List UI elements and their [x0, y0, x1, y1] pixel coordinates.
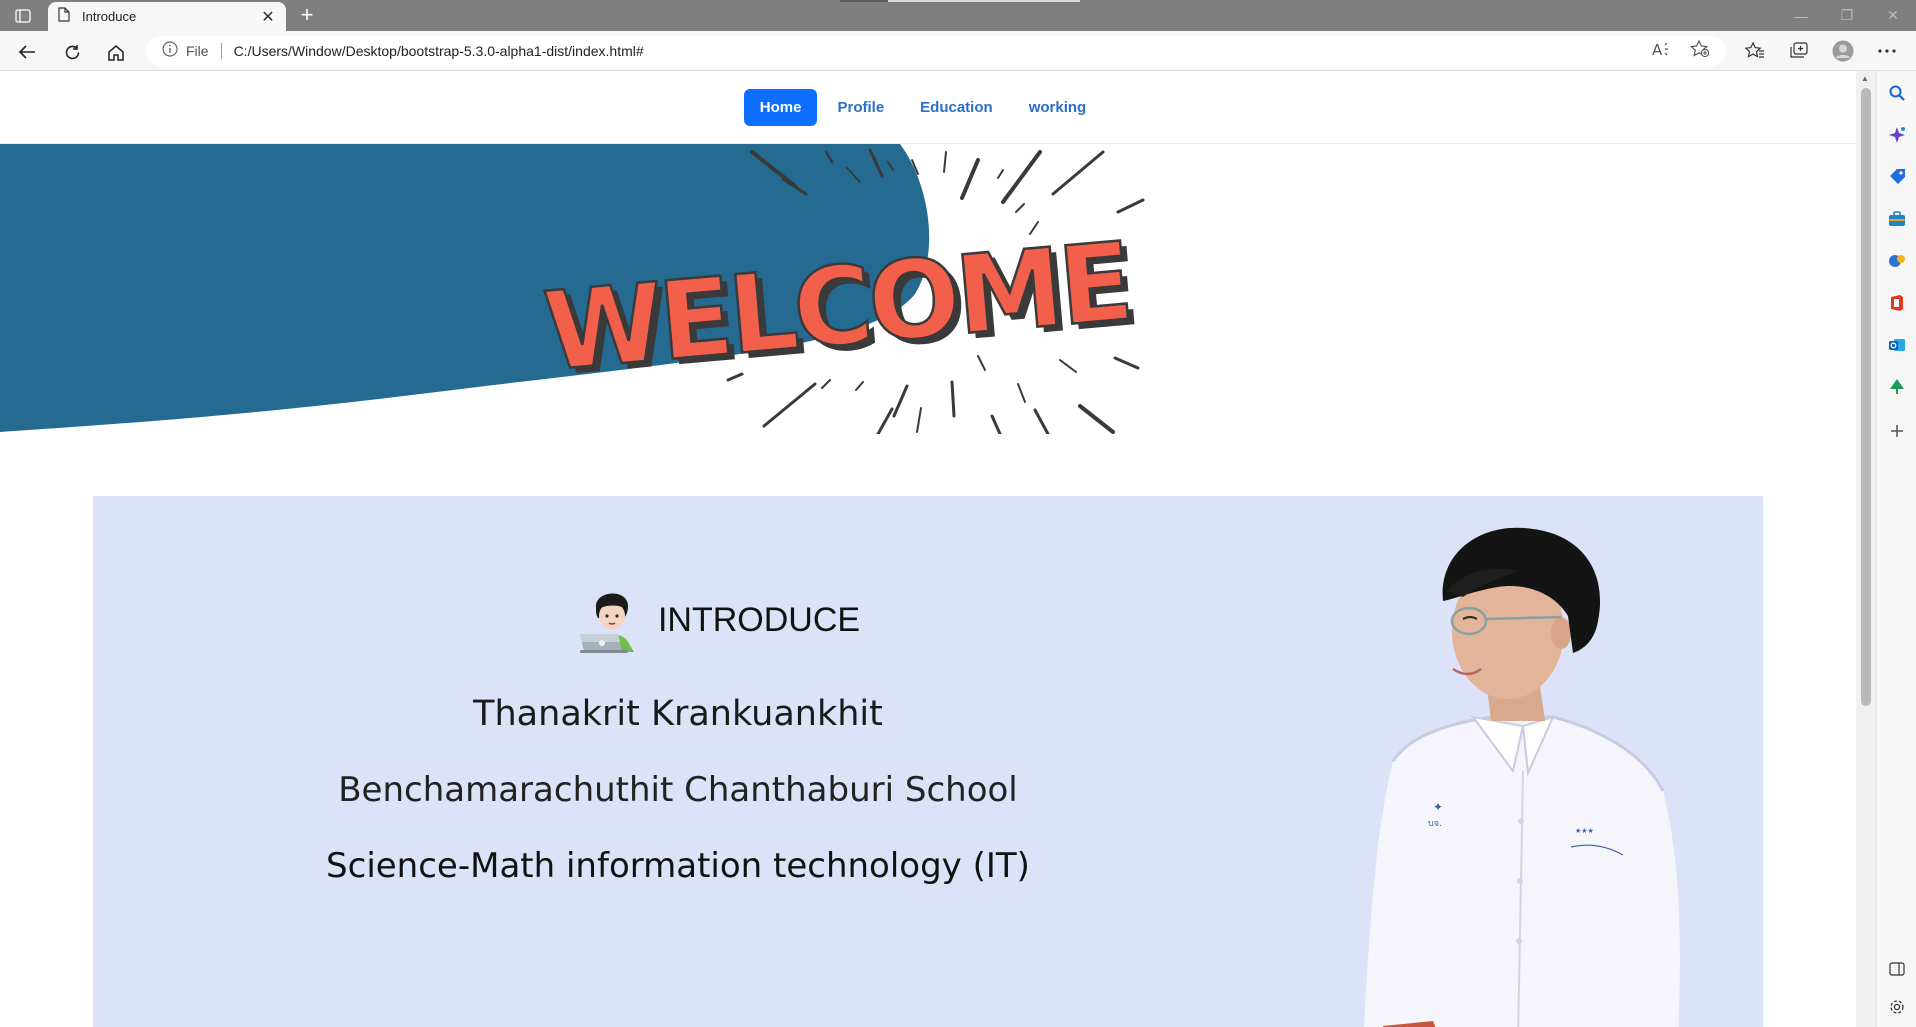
add-favorite-icon[interactable]	[1689, 39, 1710, 63]
tab-drag-region	[840, 0, 1080, 2]
back-button[interactable]	[14, 39, 40, 65]
svg-text:A: A	[1652, 41, 1663, 57]
favorites-icon[interactable]	[1742, 37, 1768, 65]
games-icon[interactable]	[1887, 251, 1907, 271]
student-name: Thanakrit Krankuankhit	[473, 694, 883, 734]
drop-icon[interactable]	[1887, 377, 1907, 397]
nav-home-link[interactable]: Home	[743, 88, 818, 126]
collections-icon[interactable]	[1786, 37, 1812, 65]
program-name: Science-Math information technology (IT)	[326, 846, 1030, 886]
tools-icon[interactable]	[1887, 209, 1907, 229]
outlook-icon[interactable]	[1887, 335, 1907, 355]
url-field[interactable]: File C:/Users/Window/Desktop/bootstrap-5…	[146, 36, 1726, 66]
page-scrollbar[interactable]: ▲	[1856, 71, 1876, 1027]
browser-tab[interactable]: Introduce ✕	[48, 2, 286, 31]
back-arrow-icon	[18, 45, 35, 59]
tab-title: Introduce	[82, 9, 137, 24]
url-text[interactable]: C:/Users/Window/Desktop/bootstrap-5.3.0-…	[234, 43, 644, 59]
site-navbar: Home Profile Education working	[0, 71, 1856, 144]
restore-button[interactable]: ❐	[1824, 0, 1870, 31]
home-button[interactable]	[103, 39, 129, 65]
technologist-emoji-icon	[576, 582, 648, 659]
new-tab-button[interactable]: +	[295, 4, 319, 28]
nav-profile-link[interactable]: Profile	[821, 89, 900, 126]
close-window-button[interactable]: ✕	[1870, 0, 1916, 31]
scroll-up-arrow-icon[interactable]: ▲	[1861, 74, 1869, 83]
info-icon[interactable]	[162, 40, 178, 62]
nav-working-link[interactable]: working	[1013, 89, 1103, 126]
svg-text:★★★: ★★★	[1575, 827, 1594, 835]
settings-gear-icon[interactable]	[1887, 997, 1907, 1017]
tab-actions-icon[interactable]	[12, 7, 34, 25]
browser-sidebar	[1876, 71, 1916, 1027]
introduce-section: INTRODUCE Thanakrit Krankuankhit Bencham…	[93, 496, 1763, 1027]
read-aloud-icon[interactable]: A	[1652, 41, 1672, 62]
shopping-icon[interactable]	[1887, 167, 1907, 187]
svg-text:✦: ✦	[1433, 800, 1443, 814]
nav-education-link[interactable]: Education	[904, 89, 1009, 126]
browser-tab-strip: Introduce ✕ + — ❐ ✕	[0, 0, 1916, 31]
home-icon	[108, 44, 124, 61]
minimize-button[interactable]: —	[1778, 0, 1824, 31]
url-separator	[220, 43, 222, 59]
intro-heading: INTRODUCE	[133, 582, 1303, 659]
welcome-banner: WELCOME WELCOME	[0, 144, 1856, 436]
web-page: Home Profile Education working WELCOME W…	[0, 71, 1856, 1027]
more-menu-icon[interactable]	[1874, 37, 1900, 65]
school-name: Benchamarachuthit Chanthaburi School	[338, 770, 1018, 810]
refresh-button[interactable]	[59, 39, 85, 65]
search-icon[interactable]	[1887, 83, 1907, 103]
svg-text:บจ.: บจ.	[1428, 819, 1442, 829]
address-bar: File C:/Users/Window/Desktop/bootstrap-5…	[0, 31, 1916, 71]
url-scheme-label: File	[186, 43, 209, 59]
profile-avatar-icon[interactable]	[1830, 37, 1856, 65]
refresh-icon	[65, 44, 79, 59]
scroll-thumb[interactable]	[1861, 88, 1871, 706]
copilot-icon[interactable]	[1887, 125, 1907, 145]
page-icon	[58, 6, 70, 27]
close-tab-icon[interactable]: ✕	[260, 7, 276, 27]
office-icon[interactable]	[1887, 293, 1907, 313]
add-icon[interactable]	[1887, 421, 1907, 441]
hide-sidebar-icon[interactable]	[1887, 959, 1907, 979]
intro-heading-label: INTRODUCE	[657, 601, 861, 639]
student-portrait-image: ✦ บจ. ★★★	[1323, 521, 1723, 1027]
